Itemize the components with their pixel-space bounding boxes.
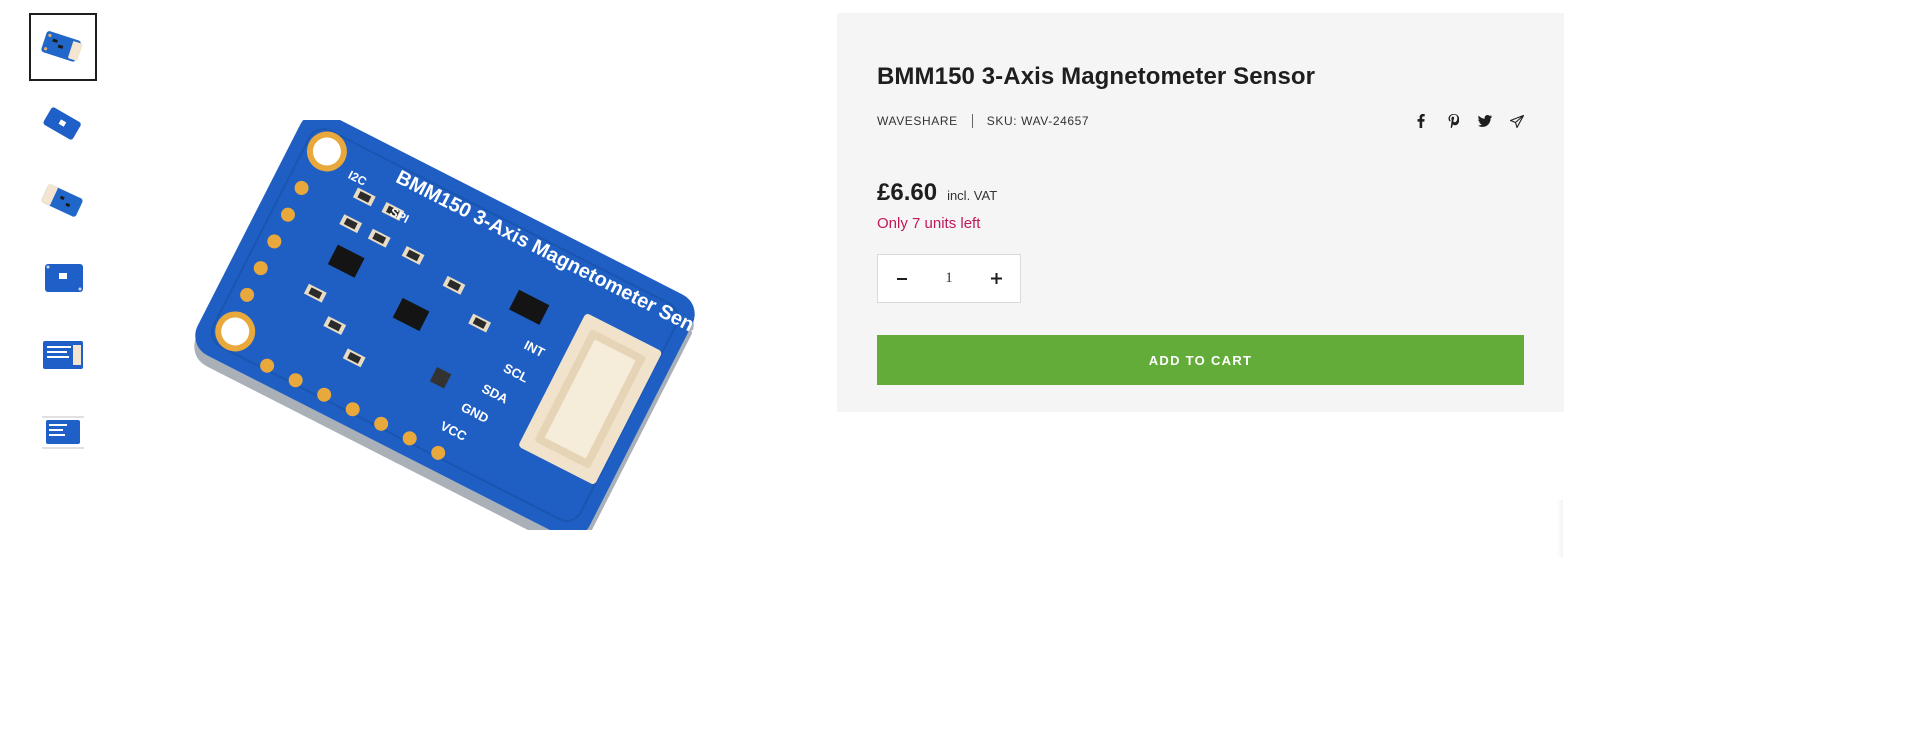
quantity-input[interactable]: [926, 270, 972, 287]
product-title: BMM150 3-Axis Magnetometer Sensor: [877, 63, 1316, 90]
twitter-icon[interactable]: [1478, 114, 1492, 128]
price-row: £6.60 incl. VAT: [877, 179, 1524, 207]
minus-icon: [897, 277, 907, 280]
thumbnail-1[interactable]: [29, 13, 97, 81]
facebook-icon[interactable]: [1414, 114, 1428, 128]
thumbnail-gallery: [29, 13, 97, 475]
product-thumbnail-image: [45, 264, 83, 292]
product-meta: WAVESHARE SKU: WAV-24657: [877, 113, 1524, 129]
product-thumbnail-image: [41, 31, 83, 62]
vat-note: incl. VAT: [947, 188, 998, 203]
product-thumbnail-image: [43, 107, 81, 140]
thumbnail-5[interactable]: [29, 321, 97, 389]
share-buttons: [1414, 114, 1524, 128]
scroll-edge-shadow: [1557, 500, 1563, 557]
product-thumbnail-image: [40, 183, 83, 217]
product-info-panel: BMM150 3-Axis Magnetometer Sensor WAVESH…: [837, 13, 1564, 412]
sensor-board-illustration: BMM150 3-Axis Magnetometer Sensor I2C SP…: [194, 112, 725, 549]
email-send-icon[interactable]: [1510, 114, 1524, 128]
plus-icon: [990, 273, 1002, 284]
product-sku: SKU: WAV-24657: [986, 114, 1090, 128]
product-thumbnail-image: [42, 416, 84, 449]
quantity-increase-button[interactable]: [972, 255, 1020, 303]
stock-warning: Only 7 units left: [877, 215, 981, 232]
main-product-image[interactable]: BMM150 3-Axis Magnetometer Sensor I2C SP…: [190, 112, 725, 549]
product-thumbnail-image: [43, 341, 83, 369]
quantity-decrease-button[interactable]: [878, 255, 926, 303]
product-price: £6.60: [877, 179, 938, 206]
pinterest-icon[interactable]: [1446, 114, 1460, 128]
quantity-stepper: [877, 254, 1021, 303]
thumbnail-3[interactable]: [29, 167, 97, 235]
meta-divider: [971, 114, 973, 128]
vendor-link[interactable]: WAVESHARE: [877, 114, 958, 128]
thumbnail-6[interactable]: [29, 398, 97, 466]
add-to-cart-button[interactable]: ADD TO CART: [877, 335, 1524, 385]
thumbnail-2[interactable]: [29, 90, 97, 158]
thumbnail-4[interactable]: [29, 244, 97, 312]
